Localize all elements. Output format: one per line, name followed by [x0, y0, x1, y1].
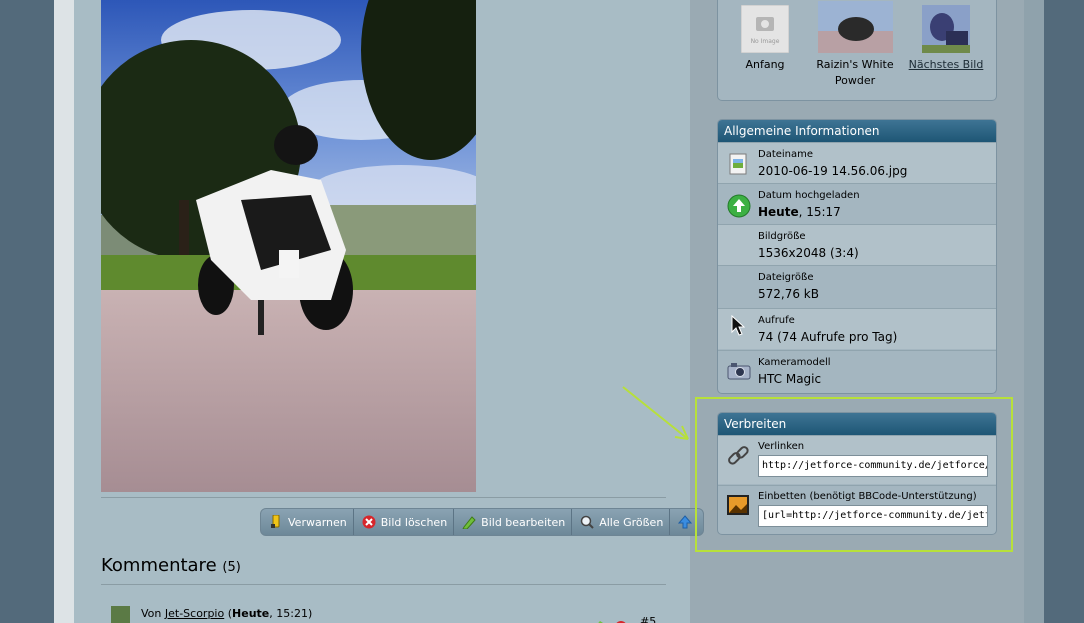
mouse-cursor-icon: [731, 315, 745, 336]
no-image-thumbnail: No Image: [740, 4, 790, 54]
gallery-photo[interactable]: [101, 0, 476, 492]
info-row-upload-date: Datum hochgeladen Heute, 15:17: [718, 183, 996, 224]
photo-action-toolbar: Verwarnen Bild löschen Bild bearbeiten A…: [260, 508, 705, 536]
camera-icon: [727, 361, 751, 383]
warning-card-icon: [269, 515, 283, 529]
nav-item-previous[interactable]: Raizin's White Powder: [810, 1, 900, 89]
nav-item-next[interactable]: Nächstes Bild: [901, 5, 991, 73]
edit-image-button[interactable]: Bild bearbeiten: [454, 509, 573, 535]
background-left: [0, 0, 54, 623]
previous-photo-thumbnail: [817, 1, 893, 53]
info-row-file-size: Dateigröße 572,76 kB: [718, 265, 996, 306]
svg-text:No Image: No Image: [751, 38, 780, 45]
comments-heading: Kommentare (5): [101, 555, 241, 576]
upload-arrow-icon: [727, 194, 751, 218]
photo-navigation-box: No Image Anfang Raizin's White Powder Nä…: [717, 0, 997, 101]
comments-count: (5): [222, 560, 241, 575]
info-row-filename: Dateiname 2010-06-19 14.56.06.jpg: [718, 142, 996, 183]
avatar[interactable]: [111, 606, 130, 623]
info-row-camera: Kameramodell HTC Magic: [718, 350, 996, 391]
nav-label: Anfang: [745, 58, 785, 71]
nav-label: Raizin's White Powder: [816, 58, 894, 87]
divider: [101, 584, 666, 585]
info-row-views: Aufrufe 74 (74 Aufrufe pro Tag): [718, 308, 996, 349]
all-sizes-button[interactable]: Alle Größen: [572, 509, 671, 535]
warn-button[interactable]: Verwarnen: [261, 509, 354, 535]
divider: [101, 497, 666, 498]
delete-icon[interactable]: [614, 615, 628, 623]
comment-number: #5: [640, 615, 657, 623]
delete-image-button[interactable]: Bild löschen: [354, 509, 455, 535]
magnifier-icon: [580, 515, 594, 529]
image-file-icon: [727, 153, 749, 175]
page-border: [54, 0, 74, 623]
next-photo-link[interactable]: Nächstes Bild: [901, 57, 991, 73]
next-photo-thumbnail: [922, 5, 970, 53]
general-info-box: Allgemeine Informationen Dateiname 2010-…: [717, 119, 997, 394]
info-row-image-size: Bildgröße 1536x2048 (3:4): [718, 224, 996, 265]
nav-item-first[interactable]: No Image Anfang: [720, 4, 810, 73]
pencil-icon[interactable]: [592, 615, 604, 623]
info-box-title: Allgemeine Informationen: [718, 120, 996, 142]
highlight-frame: [695, 397, 1013, 552]
arrow-up-icon: [678, 515, 693, 529]
background-right: [1044, 0, 1084, 623]
comment-meta: Von Jet-Scorpio (Heute, 15:21): [141, 607, 313, 620]
comment-author-link[interactable]: Jet-Scorpio: [165, 607, 224, 620]
annotation-arrow-icon: [622, 386, 689, 440]
delete-icon: [362, 515, 376, 529]
pencil-icon: [462, 515, 476, 529]
